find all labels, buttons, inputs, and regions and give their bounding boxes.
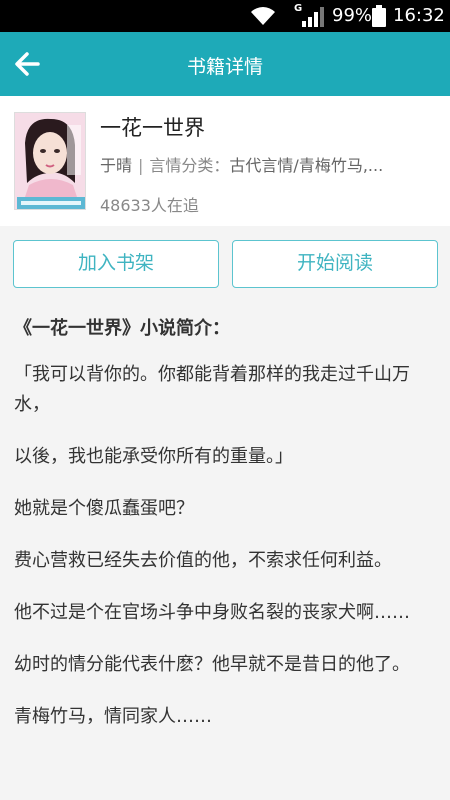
intro-paragraph: 青梅竹马，情同家人……: [14, 706, 212, 727]
book-header: 一花一世界 于晴 | 言情分类：古代言情/青梅竹马,... 48633人在追: [0, 96, 450, 226]
book-author[interactable]: 于晴: [100, 156, 132, 175]
intro-paragraph: 她就是个傻瓜蠢蛋吧？: [14, 498, 194, 519]
intro-heading: 《一花一世界》小说简介：: [14, 318, 230, 339]
book-intro: 《一花一世界》小说简介： 「我可以背你的。你都能背着那样的我走过千山万水， 以後…: [14, 314, 438, 754]
page-title: 书籍详情: [186, 56, 263, 78]
intro-paragraph: 幼时的情分能代表什麽？他早就不是昔日的他了。: [14, 654, 410, 675]
intro-paragraph: 他不过是个在官场斗争中身败名裂的丧家犬啊……: [14, 602, 410, 623]
category-value: 古代言情/青梅竹马,...: [229, 156, 384, 175]
add-to-shelf-button[interactable]: 加入书架: [13, 240, 219, 288]
battery-icon: [372, 5, 386, 27]
book-title: 一花一世界: [100, 116, 205, 140]
start-reading-button[interactable]: 开始阅读: [232, 240, 438, 288]
intro-paragraph: 以後，我也能承受你所有的重量。」: [14, 446, 293, 467]
app-bar: 书籍详情: [0, 32, 450, 96]
cell-signal-icon: [302, 7, 324, 27]
followers-count: 48633人在追: [100, 196, 199, 215]
intro-paragraph: 费心营救已经失去价值的他，不索求任何利益。: [14, 550, 392, 571]
wifi-icon: [251, 7, 275, 25]
status-bar: G 99% 16:32: [0, 0, 450, 32]
intro-paragraph: 「我可以背你的。你都能背着那样的我走过千山万水，: [14, 364, 410, 415]
divider: |: [138, 156, 144, 175]
category-label: 言情分类：: [149, 156, 230, 175]
clock: 16:32: [393, 5, 445, 26]
book-cover-image[interactable]: [14, 112, 86, 210]
book-meta: 于晴 | 言情分类：古代言情/青梅竹马,...: [100, 152, 430, 176]
battery-percent: 99%: [332, 5, 373, 26]
